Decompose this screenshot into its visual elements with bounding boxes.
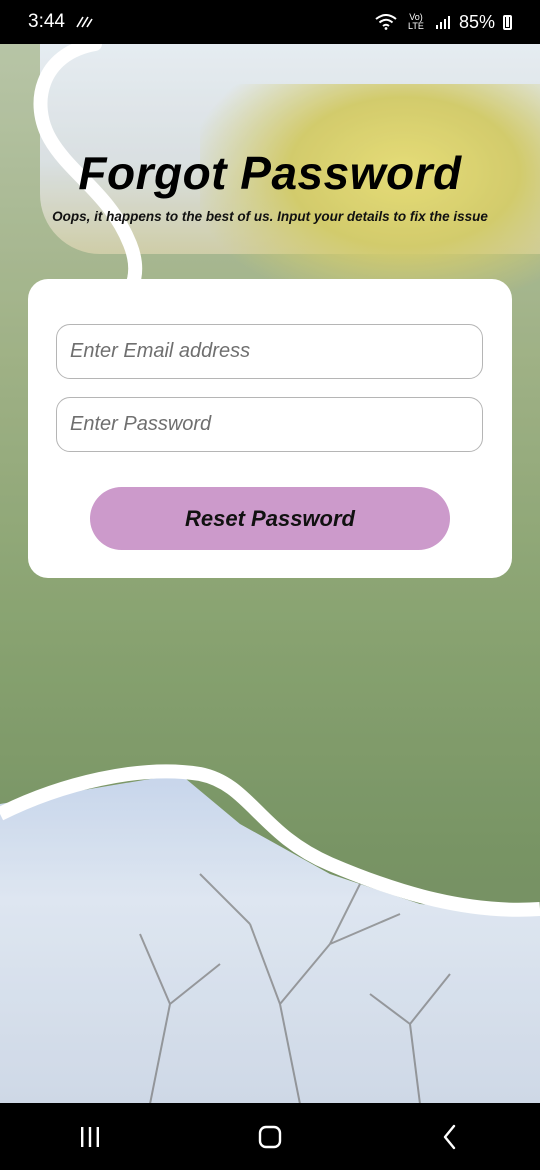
reset-form-card: Enter Email address Enter Password Reset… (28, 279, 512, 578)
battery-icon (503, 14, 512, 30)
back-icon (443, 1124, 456, 1149)
home-icon (258, 1125, 282, 1148)
back-button[interactable] (420, 1112, 480, 1162)
recents-icon (81, 1126, 99, 1147)
password-placeholder: Enter Password (70, 413, 212, 435)
password-field[interactable]: Enter Password (56, 397, 483, 452)
email-field[interactable]: Enter Email address (56, 324, 483, 379)
page-subtitle: Oops, it happens to the best of us. Inpu… (52, 209, 488, 224)
reset-password-button[interactable]: Reset Password (90, 487, 450, 550)
reset-password-label: Reset Password (185, 505, 355, 531)
status-time: 3:44 (28, 11, 65, 32)
signal-icon (435, 16, 450, 29)
home-button[interactable] (240, 1112, 300, 1162)
wifi-icon (375, 14, 397, 30)
recents-button[interactable] (60, 1112, 120, 1162)
status-time-group: 3:44 (28, 11, 93, 33)
email-placeholder: Enter Email address (70, 340, 251, 362)
status-indicators: Vo) LTE 85% (375, 12, 512, 33)
system-navigation-bar (0, 1103, 540, 1170)
battery-percent: 85% (458, 11, 495, 32)
status-bar: 3:44 Vo) LTE 85% (0, 0, 540, 44)
page-title: Forgot Password (78, 147, 462, 199)
volte-label: Vo) LTE (408, 12, 424, 31)
data-activity-icon (76, 16, 93, 28)
